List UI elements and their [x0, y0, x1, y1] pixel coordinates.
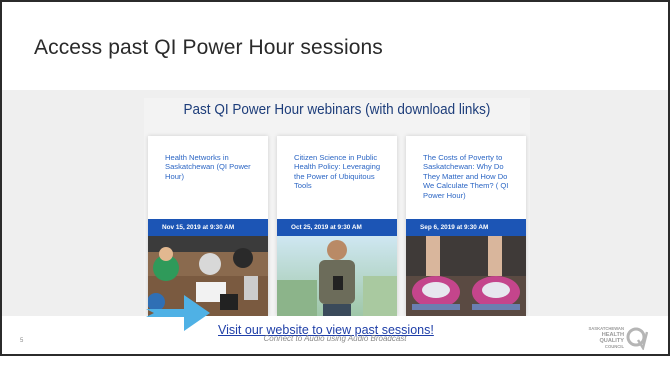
webinar-card-date: Oct 25, 2019 at 9:30 AM: [277, 219, 397, 236]
content-band: Past QI Power Hour webinars (with downlo…: [2, 90, 668, 316]
webinar-card-title[interactable]: Citizen Science in Public Health Policy:…: [294, 153, 388, 191]
slide-footer: Connect to Audio using Audio Broadcast: [263, 334, 407, 343]
webinar-card-title[interactable]: The Costs of Poverty to Saskatchewan: Wh…: [423, 153, 517, 200]
webinar-card[interactable]: The Costs of Poverty to Saskatchewan: Wh…: [406, 136, 526, 316]
slide-title: Access past QI Power Hour sessions: [34, 36, 383, 59]
arrow-right-icon: [146, 295, 210, 331]
hqc-logo: SASKATCHEWAN HEALTH QUALITY COUNCIL: [584, 326, 650, 352]
webinar-card-title[interactable]: Health Networks in Saskatchewan (QI Powe…: [165, 153, 259, 181]
logo-mark-icon: [626, 327, 648, 350]
logo-text: SASKATCHEWAN HEALTH QUALITY COUNCIL: [588, 326, 624, 349]
phone-user-photo: [277, 236, 397, 316]
webinars-panel: Past QI Power Hour webinars (with downlo…: [144, 98, 530, 316]
webinar-card-date: Sep 6, 2019 at 9:30 AM: [406, 219, 526, 236]
webinars-heading: Past QI Power Hour webinars (with downlo…: [183, 101, 491, 118]
slide: Access past QI Power Hour sessions Past …: [0, 0, 670, 356]
webinar-card[interactable]: Citizen Science in Public Health Policy:…: [277, 136, 397, 316]
sneakers-photo: [406, 236, 526, 316]
webinar-card-date: Nov 15, 2019 at 9:30 AM: [148, 219, 268, 236]
